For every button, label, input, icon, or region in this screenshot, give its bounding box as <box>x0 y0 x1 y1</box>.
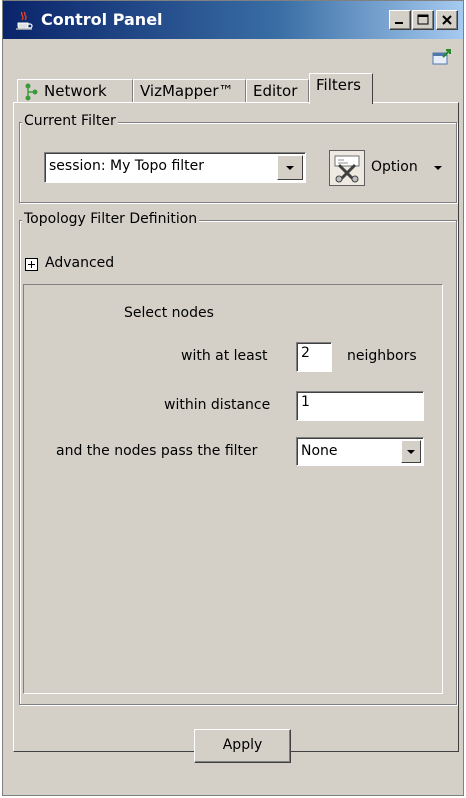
option-label: Option <box>371 159 418 175</box>
select-nodes-label: Select nodes <box>124 305 214 321</box>
topology-filter-label: Topology Filter Definition <box>22 211 200 227</box>
dock-panel-icon[interactable] <box>431 47 453 67</box>
advanced-label[interactable]: Advanced <box>45 255 114 271</box>
current-filter-label: Current Filter <box>22 113 118 129</box>
pass-filter-value: None <box>301 443 338 459</box>
tab-network-label: Network <box>44 82 107 100</box>
network-tree-icon <box>25 83 38 100</box>
option-button[interactable]: Option <box>327 148 447 188</box>
topology-definition-area <box>23 284 443 694</box>
tab-vizmapper-label: VizMapper™ <box>140 82 234 100</box>
minimize-button[interactable] <box>389 10 411 30</box>
tab-vizmapper[interactable]: VizMapper™ <box>133 79 246 103</box>
current-filter-value: session: My Topo filter <box>49 158 205 174</box>
minimize-icon <box>395 22 403 24</box>
tab-filters[interactable]: Filters <box>309 73 373 104</box>
tab-network[interactable]: Network <box>17 79 133 103</box>
window-title: Control Panel <box>41 10 163 29</box>
apply-button[interactable]: Apply <box>194 729 291 763</box>
tab-filters-label: Filters <box>316 76 361 94</box>
distance-field[interactable]: 1 <box>296 391 424 421</box>
chevron-down-icon[interactable] <box>277 155 303 180</box>
title-bar[interactable]: Control Panel <box>3 1 463 39</box>
pass-filter-select[interactable]: None <box>296 437 424 466</box>
filter-options-icon <box>329 150 365 186</box>
caret-down-icon <box>434 166 442 170</box>
maximize-button[interactable] <box>412 10 434 30</box>
tab-editor[interactable]: Editor <box>246 79 309 103</box>
maximize-icon <box>417 14 429 25</box>
tab-editor-label: Editor <box>253 82 298 100</box>
pass-filter-label: and the nodes pass the filter <box>56 443 258 459</box>
distance-label: within distance <box>164 397 271 413</box>
expand-plus-icon[interactable] <box>25 258 38 271</box>
close-icon <box>442 15 452 25</box>
current-filter-select[interactable]: session: My Topo filter <box>44 152 306 183</box>
control-panel-window: Control Panel Network VizMapper™ Editor … <box>2 0 464 796</box>
java-cup-icon <box>16 11 33 30</box>
close-button[interactable] <box>436 10 458 30</box>
min-neighbors-label: with at least <box>181 348 268 364</box>
chevron-down-icon[interactable] <box>401 440 421 463</box>
min-neighbors-field[interactable]: 2 <box>296 342 332 372</box>
neighbors-suffix: neighbors <box>347 348 417 364</box>
